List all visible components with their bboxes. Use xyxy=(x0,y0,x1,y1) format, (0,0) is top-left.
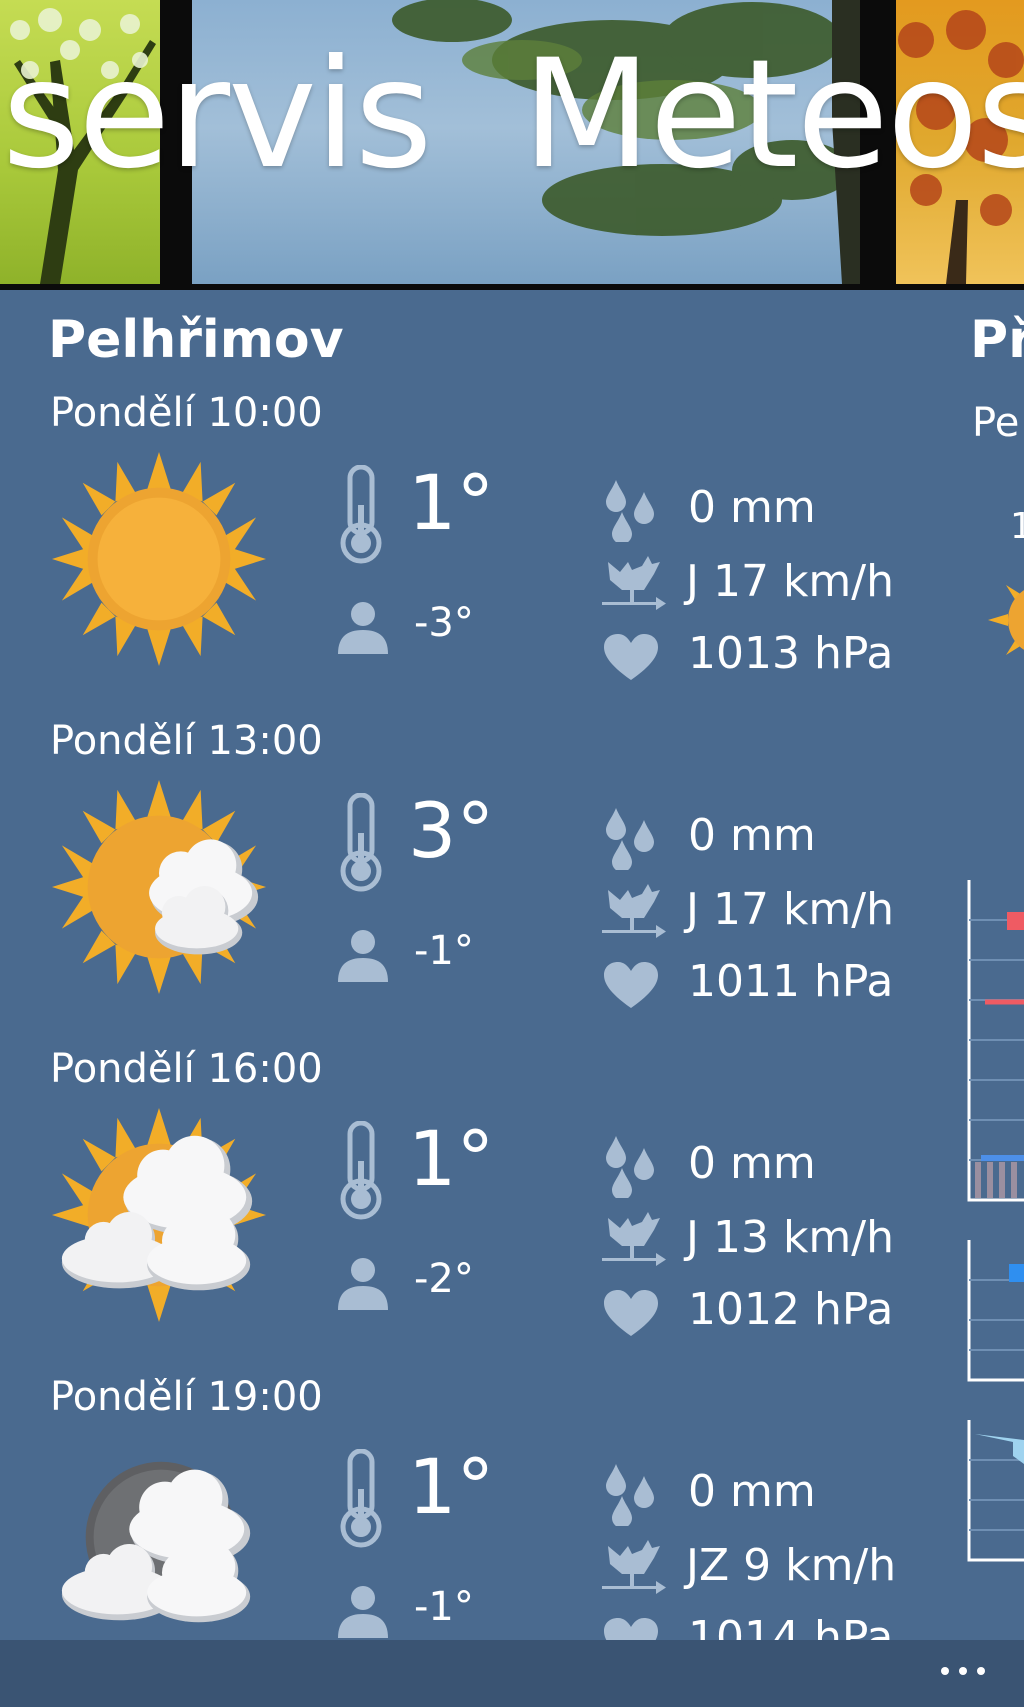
forecast-slot[interactable]: Pondělí 16:00 1° -2° 0 mm J 13 km/h 1012… xyxy=(0,1046,940,1374)
weathervane-rooster-icon xyxy=(602,1212,666,1266)
more-options-button[interactable] xyxy=(928,1646,998,1696)
temperature-value: 3° xyxy=(408,786,495,875)
forecast-time-label: Pondělí 16:00 xyxy=(50,1046,323,1092)
feels-like-value: -1° xyxy=(414,928,474,974)
next-section-subtitle: Pe xyxy=(972,400,1020,446)
partly-cloudy-icon xyxy=(51,779,267,995)
forecast-time-label: Pondělí 13:00 xyxy=(50,718,323,764)
forecast-time-label: Pondělí 10:00 xyxy=(50,390,323,436)
wind-value: JZ 9 km/h xyxy=(686,1540,897,1591)
feels-like-value: -3° xyxy=(414,600,474,646)
ellipsis-dot-icon xyxy=(941,1667,949,1675)
weathervane-rooster-icon xyxy=(602,884,666,938)
header-title-right: Meteos xyxy=(522,28,1024,202)
raindrops-icon xyxy=(606,808,654,870)
thermometer-icon xyxy=(340,1121,382,1220)
wind-value: J 17 km/h xyxy=(686,884,894,935)
heart-icon xyxy=(604,1290,658,1336)
precipitation-value: 0 mm xyxy=(688,482,816,533)
raindrops-icon xyxy=(606,1136,654,1198)
forecast-slot[interactable]: Pondělí 10:00 1° -3° 0 mm J 17 km/h 1013… xyxy=(0,390,940,718)
sunny-icon xyxy=(988,585,1024,655)
next-section-title[interactable]: Př xyxy=(970,310,1024,370)
weathervane-rooster-icon xyxy=(602,556,666,610)
precipitation-value: 0 mm xyxy=(688,1138,816,1189)
heart-icon xyxy=(604,962,658,1008)
wind-value: J 17 km/h xyxy=(686,556,894,607)
weathervane-rooster-icon xyxy=(602,1540,666,1594)
cloudy-night-icon xyxy=(61,1461,251,1623)
person-icon xyxy=(338,1258,388,1310)
forecast-slot[interactable]: Pondělí 13:00 3° -1° 0 mm J 17 km/h 1011… xyxy=(0,718,940,1046)
person-icon xyxy=(338,930,388,982)
thermometer-icon xyxy=(340,465,382,564)
thermometer-icon xyxy=(340,793,382,892)
wind-value: J 13 km/h xyxy=(686,1212,894,1263)
temperature-value: 1° xyxy=(408,1442,495,1531)
pressure-value: 1013 hPa xyxy=(688,628,894,679)
header-banner: servis Meteos xyxy=(0,0,1024,290)
precipitation-value: 0 mm xyxy=(688,810,816,861)
location-title: Pelhřimov xyxy=(48,310,344,370)
thermometer-icon xyxy=(340,1449,382,1548)
temperature-value: 1° xyxy=(408,458,495,547)
raindrops-icon xyxy=(606,480,654,542)
app-bar xyxy=(0,1640,1024,1707)
ellipsis-dot-icon xyxy=(977,1667,985,1675)
forecast-charts-preview xyxy=(967,880,1024,1562)
header-title-left: servis xyxy=(2,28,433,202)
forecast-time-label: Pondělí 19:00 xyxy=(50,1374,323,1420)
precipitation-value: 0 mm xyxy=(688,1466,816,1517)
person-icon xyxy=(338,1586,388,1638)
pressure-value: 1011 hPa xyxy=(688,956,894,1007)
feels-like-value: -2° xyxy=(414,1256,474,1302)
ellipsis-dot-icon xyxy=(959,1667,967,1675)
person-icon xyxy=(338,602,388,654)
pressure-value: 1012 hPa xyxy=(688,1284,894,1335)
mostly-cloudy-icon xyxy=(51,1107,267,1323)
raindrops-icon xyxy=(606,1464,654,1526)
sunny-icon xyxy=(51,451,267,667)
next-section-value: 1 xyxy=(1010,506,1024,547)
heart-icon xyxy=(604,634,658,680)
forecast-panel: Pelhřimov Pondělí 10:00 1° -3° 0 mm J 17… xyxy=(0,290,1024,1664)
feels-like-value: -1° xyxy=(414,1584,474,1630)
temperature-value: 1° xyxy=(408,1114,495,1203)
